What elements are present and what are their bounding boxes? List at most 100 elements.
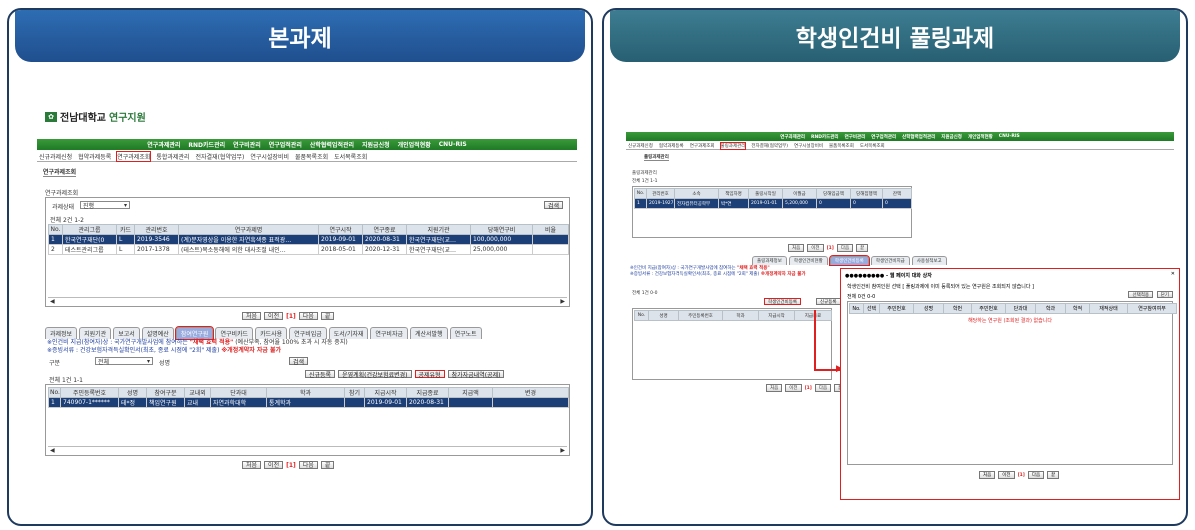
nav-item[interactable]: 협약과제등록: [78, 152, 111, 161]
column-header[interactable]: 단과대: [210, 387, 267, 398]
type-select[interactable]: 전체 ▾: [95, 357, 153, 366]
nav-item[interactable]: 산학협력업적관리: [310, 140, 354, 149]
nav-item[interactable]: 연구시설장비비: [794, 143, 823, 149]
column-header[interactable]: No.: [849, 303, 864, 314]
column-header[interactable]: 단과대: [1005, 303, 1036, 314]
table-row[interactable]: 1 2019-1927 전자컴퓨터공학부 박*연 2019-01-01 5,200,000…: [634, 198, 912, 209]
column-header[interactable]: No.: [634, 188, 647, 199]
nav-item[interactable]: RND카드관리: [811, 134, 839, 140]
pager-current-button[interactable]: [1]: [286, 313, 296, 320]
detail-tab[interactable]: 설명예산: [141, 327, 174, 339]
nav-item[interactable]: 도서목록조회: [860, 143, 885, 149]
detail-tab[interactable]: 풀링과제정보: [752, 256, 787, 265]
pager-prev-button[interactable]: 이전: [998, 471, 1015, 479]
column-header[interactable]: 학과: [266, 387, 345, 398]
table-row[interactable]: 1 한국연구재단(0 L 2019-3546 (계)분자영상을 이용한 자연흑색종 표적…: [48, 234, 569, 245]
scroll-left-icon[interactable]: ◀: [50, 447, 55, 454]
nav-item[interactable]: 전자결재(협약업무): [196, 152, 245, 161]
nav-item[interactable]: 신규과제신청: [39, 152, 72, 161]
column-header[interactable]: 교내외: [184, 387, 211, 398]
pager-next-button[interactable]: 다음: [1027, 471, 1045, 479]
detail-tab[interactable]: 학생인건비현황: [788, 256, 828, 265]
detail-tab[interactable]: 사용실적보고: [911, 256, 947, 265]
nav-item[interactable]: 연구과제관리: [780, 134, 805, 140]
column-header[interactable]: 주민번호: [971, 303, 1006, 314]
column-header[interactable]: 카드: [116, 224, 135, 235]
pager-first-button[interactable]: 처음: [979, 471, 996, 479]
nav-item[interactable]: 지원금신청: [941, 134, 962, 140]
nav-item[interactable]: CNU-RIS: [439, 141, 467, 148]
column-header[interactable]: 지급액: [448, 387, 493, 398]
pager-next-button[interactable]: 다음: [814, 384, 832, 392]
nav-item[interactable]: 개인업적현황: [398, 140, 431, 149]
column-header[interactable]: 학과: [1035, 303, 1066, 314]
detail-tab[interactable]: 도서/기자재: [328, 327, 369, 339]
column-header[interactable]: 지급종료: [794, 310, 832, 321]
pager-current-button[interactable]: [1]: [827, 246, 834, 251]
nav-item[interactable]: 도서목록조회: [334, 152, 367, 161]
table-row[interactable]: 1 740907-1****** 테*정 책임연구원 교내 자연과학대학 통계학과 2019-…: [48, 397, 569, 408]
nav-item[interactable]: 개인업적현황: [968, 134, 993, 140]
page-tab[interactable]: 연구과제조회: [43, 167, 77, 177]
column-header[interactable]: No.: [48, 387, 61, 398]
column-header[interactable]: 주민등록번호: [60, 387, 119, 398]
column-header[interactable]: 관리번호: [134, 224, 179, 235]
nav-item[interactable]: 연구비관리: [233, 140, 261, 149]
column-header[interactable]: 비율: [532, 224, 569, 235]
column-header[interactable]: 선택: [863, 303, 880, 314]
column-header[interactable]: 지급시작: [364, 387, 407, 398]
pager-prev-button[interactable]: 이전: [785, 384, 802, 392]
column-header[interactable]: 당해입금액: [816, 188, 851, 199]
column-header[interactable]: 당해집행액: [850, 188, 883, 199]
apply-selection-button[interactable]: 선택적용: [1128, 291, 1153, 298]
nav-item[interactable]: 연구업적관리: [871, 134, 896, 140]
nav-item[interactable]: 신규과제신청: [628, 143, 653, 149]
action-button[interactable]: 신규등록: [305, 370, 336, 379]
pager-first-button[interactable]: 처음: [766, 384, 783, 392]
column-header[interactable]: 연구참여여부: [1127, 303, 1177, 314]
column-header[interactable]: 학과: [722, 310, 759, 321]
column-header[interactable]: 변경: [492, 387, 569, 398]
scroll-right-icon[interactable]: ▶: [560, 447, 565, 454]
pager-last-button[interactable]: 끝: [856, 244, 869, 252]
detail-tab[interactable]: 보고서: [113, 327, 140, 339]
nav-item[interactable]: 연구과제관리: [147, 140, 180, 149]
pager-next-button[interactable]: 다음: [298, 312, 318, 320]
detail-tab[interactable]: 연구노트: [449, 327, 482, 339]
search-button[interactable]: 검색: [543, 201, 563, 210]
nav-item[interactable]: 전자결재(협약업무): [751, 143, 788, 149]
column-header[interactable]: 지급종료: [406, 387, 449, 398]
column-header[interactable]: No.: [48, 224, 63, 235]
nav-item[interactable]: CNU-RIS: [999, 134, 1020, 139]
column-header[interactable]: 재적상태: [1089, 303, 1128, 314]
column-header[interactable]: 지급시작: [758, 310, 795, 321]
nav-item[interactable]: 연구시설장비비: [250, 152, 289, 161]
column-header[interactable]: 참기: [344, 387, 365, 398]
nav-item[interactable]: 연구비관리: [845, 134, 866, 140]
nav-item[interactable]: RND카드관리: [188, 140, 225, 149]
detail-tab[interactable]: 학생인건비지급: [870, 256, 910, 265]
nav-item[interactable]: 산학협력업적관리: [902, 134, 935, 140]
column-header[interactable]: 성명: [118, 387, 147, 398]
nav-item[interactable]: 지원금신청: [362, 140, 390, 149]
column-header[interactable]: 연구종료: [362, 224, 407, 235]
detail-tab[interactable]: 카드사용: [255, 327, 288, 339]
search-button-2[interactable]: 검색: [289, 357, 309, 366]
detail-tab[interactable]: 계산서발행: [410, 327, 448, 339]
action-button[interactable]: 운영계획(건강보험료변경): [338, 370, 412, 379]
scroll-left-icon[interactable]: ◀: [50, 298, 55, 305]
close-icon[interactable]: ✕: [1171, 271, 1175, 277]
nav-item[interactable]: 물품목록조회: [295, 152, 328, 161]
horizontal-scrollbar-2[interactable]: ◀ ▶: [48, 446, 567, 454]
detail-tab[interactable]: 학생인건비등록: [828, 255, 870, 266]
page-tab[interactable]: 풀링과제관리: [644, 154, 669, 161]
pager-first-button[interactable]: 처음: [788, 244, 805, 252]
column-header[interactable]: 성명: [913, 303, 944, 314]
pager-prev-button[interactable]: 이전: [264, 312, 284, 320]
nav-item[interactable]: 풀링과제관리: [719, 141, 747, 150]
pager-last-button[interactable]: 끝: [320, 461, 335, 469]
column-header[interactable]: No.: [634, 310, 649, 321]
column-header[interactable]: 학번: [943, 303, 972, 314]
pager-last-button[interactable]: 끝: [320, 312, 335, 320]
column-header[interactable]: 연구시작: [318, 224, 363, 235]
